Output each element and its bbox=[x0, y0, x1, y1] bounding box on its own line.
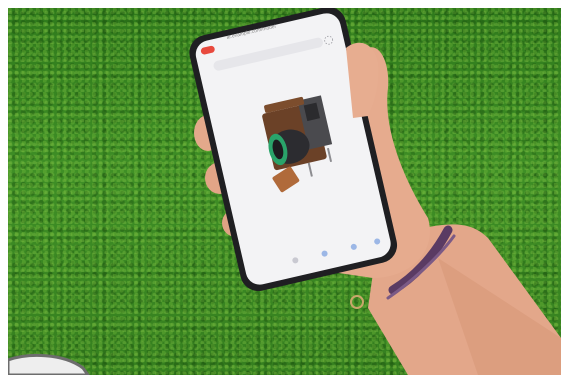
photo-scene bbox=[8, 8, 561, 375]
bracelet-charm bbox=[350, 295, 364, 309]
corner-object bbox=[8, 353, 90, 375]
photo bbox=[8, 8, 561, 375]
